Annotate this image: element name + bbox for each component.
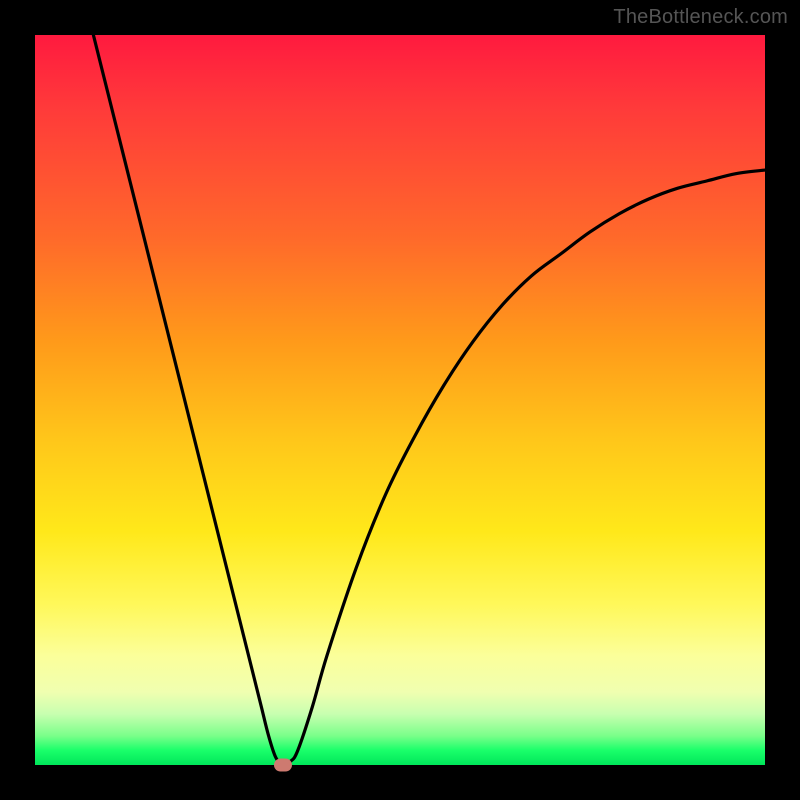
optimum-marker bbox=[274, 759, 292, 772]
watermark-text: TheBottleneck.com bbox=[613, 6, 788, 29]
plot-area bbox=[35, 35, 765, 765]
chart-frame: TheBottleneck.com bbox=[0, 0, 800, 800]
curve-svg bbox=[35, 35, 765, 765]
bottleneck-curve-line bbox=[93, 35, 765, 765]
